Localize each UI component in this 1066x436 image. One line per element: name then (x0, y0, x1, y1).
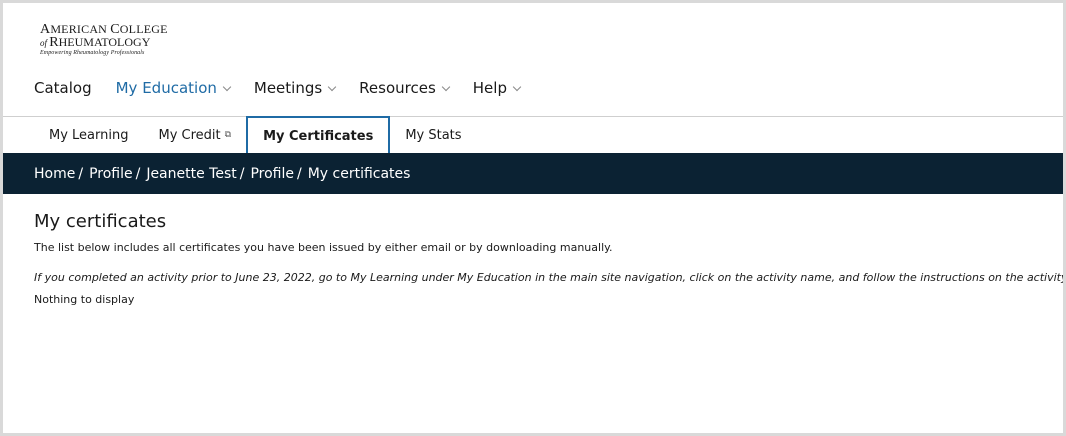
breadcrumb-separator: / (135, 165, 141, 182)
nav-item-resources[interactable]: Resources (359, 79, 451, 97)
breadcrumb-profile-2[interactable]: Profile (250, 166, 294, 182)
sub-nav: My Learning My Credit ⧉ My Certificates … (34, 116, 477, 154)
nav-item-catalog[interactable]: Catalog (34, 79, 92, 97)
main-nav: Catalog My Education Meetings Resources … (34, 79, 544, 97)
chevron-down-icon (512, 82, 522, 91)
nav-item-my-education[interactable]: My Education (116, 79, 232, 97)
tab-my-credit[interactable]: My Credit ⧉ (143, 117, 246, 153)
nav-item-help[interactable]: Help (473, 79, 522, 97)
chevron-down-icon (222, 82, 232, 91)
logo-tagline: Empowering Rheumatology Professionals (40, 50, 145, 56)
main-content: My certificates The list below includes … (34, 211, 1063, 306)
instruction-note: If you completed an activity prior to Ju… (34, 271, 1063, 284)
chevron-down-icon (327, 82, 337, 91)
acr-logo[interactable]: AMERICAN COLLEGE of RHEUMATOLOGY Empower… (40, 23, 168, 57)
breadcrumb-separator: / (78, 165, 84, 182)
breadcrumb-user[interactable]: Jeanette Test (146, 166, 236, 182)
external-link-icon: ⧉ (224, 130, 232, 140)
breadcrumb-separator: / (239, 165, 245, 182)
breadcrumb-current: My certificates (307, 165, 411, 182)
page-frame: AMERICAN COLLEGE of RHEUMATOLOGY Empower… (3, 3, 1063, 433)
tab-my-learning[interactable]: My Learning (34, 117, 143, 153)
empty-state-text: Nothing to display (34, 293, 135, 306)
nav-item-meetings[interactable]: Meetings (254, 79, 337, 97)
chevron-down-icon (441, 82, 451, 91)
page-description: The list below includes all certificates… (34, 241, 613, 254)
page-title: My certificates (34, 211, 167, 232)
breadcrumb-home[interactable]: Home (34, 166, 75, 182)
breadcrumb-profile[interactable]: Profile (89, 166, 133, 182)
tab-my-certificates[interactable]: My Certificates (246, 116, 391, 154)
tab-my-stats[interactable]: My Stats (390, 117, 476, 153)
breadcrumb: Home / Profile / Jeanette Test / Profile… (3, 153, 1063, 194)
breadcrumb-separator: / (296, 165, 302, 182)
